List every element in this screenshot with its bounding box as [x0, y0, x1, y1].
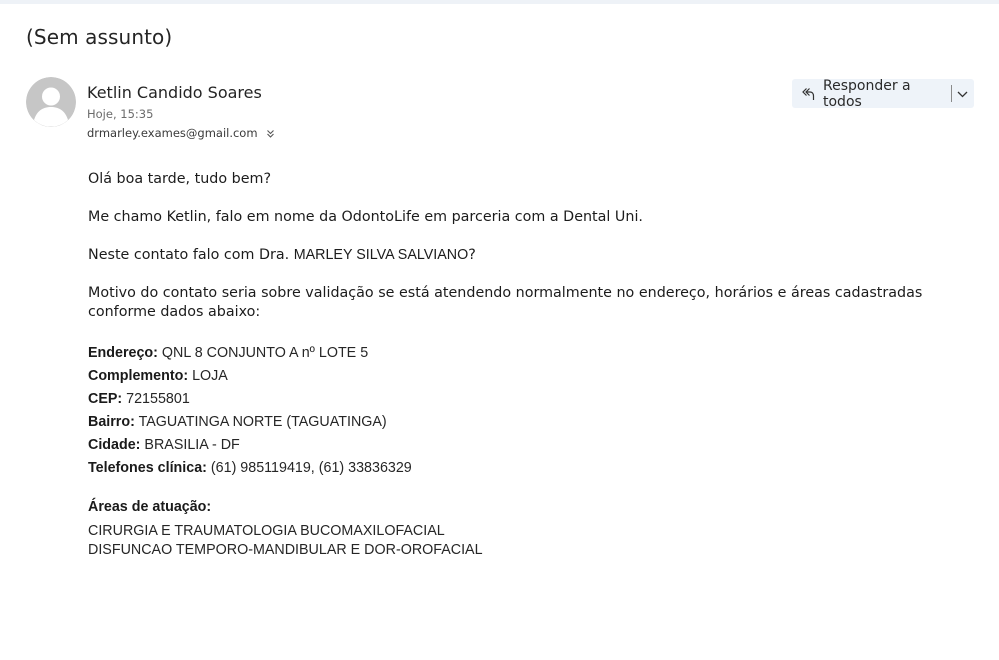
double-chevron-down-icon[interactable]	[266, 128, 275, 138]
detail-value: LOJA	[192, 368, 228, 384]
recipient-address[interactable]: drmarley.exames@gmail.com	[87, 126, 258, 140]
detail-phones: Telefones clínica: (61) 985119419, (61) …	[88, 457, 412, 480]
top-bar	[0, 0, 999, 4]
greeting-paragraph: Olá boa tarde, tudo bem?	[88, 171, 272, 187]
detail-label: Cidade:	[88, 437, 141, 453]
reply-all-button[interactable]: Responder a todos	[792, 77, 942, 110]
reply-all-icon	[801, 87, 815, 101]
question-prefix: Neste contato falo com Dra.	[88, 247, 294, 263]
question-paragraph: Neste contato falo com Dra. MARLEY SILVA…	[88, 246, 476, 265]
doctor-name: MARLEY SILVA SALVIANO	[293, 247, 469, 263]
detail-label: Complemento:	[88, 368, 189, 384]
sent-timestamp: Hoje, 15:35	[87, 107, 154, 121]
detail-neighborhood: Bairro: TAGUATINGA NORTE (TAGUATINGA)	[88, 411, 412, 434]
detail-city: Cidade: BRASILIA - DF	[88, 434, 412, 457]
chevron-down-icon	[957, 86, 968, 102]
detail-value: BRASILIA - DF	[144, 437, 240, 453]
detail-label: CEP:	[88, 391, 123, 407]
detail-value: (61) 985119419, (61) 33836329	[210, 460, 412, 476]
detail-label: Telefones clínica:	[88, 460, 207, 476]
sender-name[interactable]: Ketlin Candido Soares	[87, 83, 262, 102]
clinic-details: Endereço: QNL 8 CONJUNTO A nº LOTE 5 Com…	[88, 342, 412, 480]
question-suffix: ?	[468, 247, 476, 263]
email-subject: (Sem assunto)	[26, 25, 173, 49]
reason-paragraph: Motivo do contato seria sobre validação …	[88, 285, 923, 320]
reply-all-label: Responder a todos	[823, 77, 911, 110]
detail-label: Bairro:	[88, 414, 135, 430]
detail-label: Endereço:	[88, 345, 158, 361]
detail-complement: Complemento: LOJA	[88, 365, 412, 388]
intro-paragraph: Me chamo Ketlin, falo em nome da OdontoL…	[88, 209, 643, 225]
detail-value: QNL 8 CONJUNTO A nº LOTE 5	[161, 345, 369, 361]
sender-avatar-icon[interactable]	[26, 77, 76, 127]
reply-options-dropdown[interactable]	[952, 79, 974, 108]
detail-address: Endereço: QNL 8 CONJUNTO A nº LOTE 5	[88, 342, 412, 365]
areas-list: CIRURGIA E TRAUMATOLOGIA BUCOMAXILOFACIA…	[88, 522, 483, 560]
recipient-line: drmarley.exames@gmail.com	[87, 126, 275, 140]
detail-value: 72155801	[126, 391, 190, 407]
area-item: DISFUNCAO TEMPORO-MANDIBULAR E DOR-OROFA…	[88, 542, 483, 558]
detail-cep: CEP: 72155801	[88, 388, 412, 411]
areas-title: Áreas de atuação:	[88, 499, 212, 515]
detail-value: TAGUATINGA NORTE (TAGUATINGA)	[138, 414, 387, 430]
area-item: CIRURGIA E TRAUMATOLOGIA BUCOMAXILOFACIA…	[88, 523, 445, 539]
reply-all-control: Responder a todos	[792, 77, 974, 110]
